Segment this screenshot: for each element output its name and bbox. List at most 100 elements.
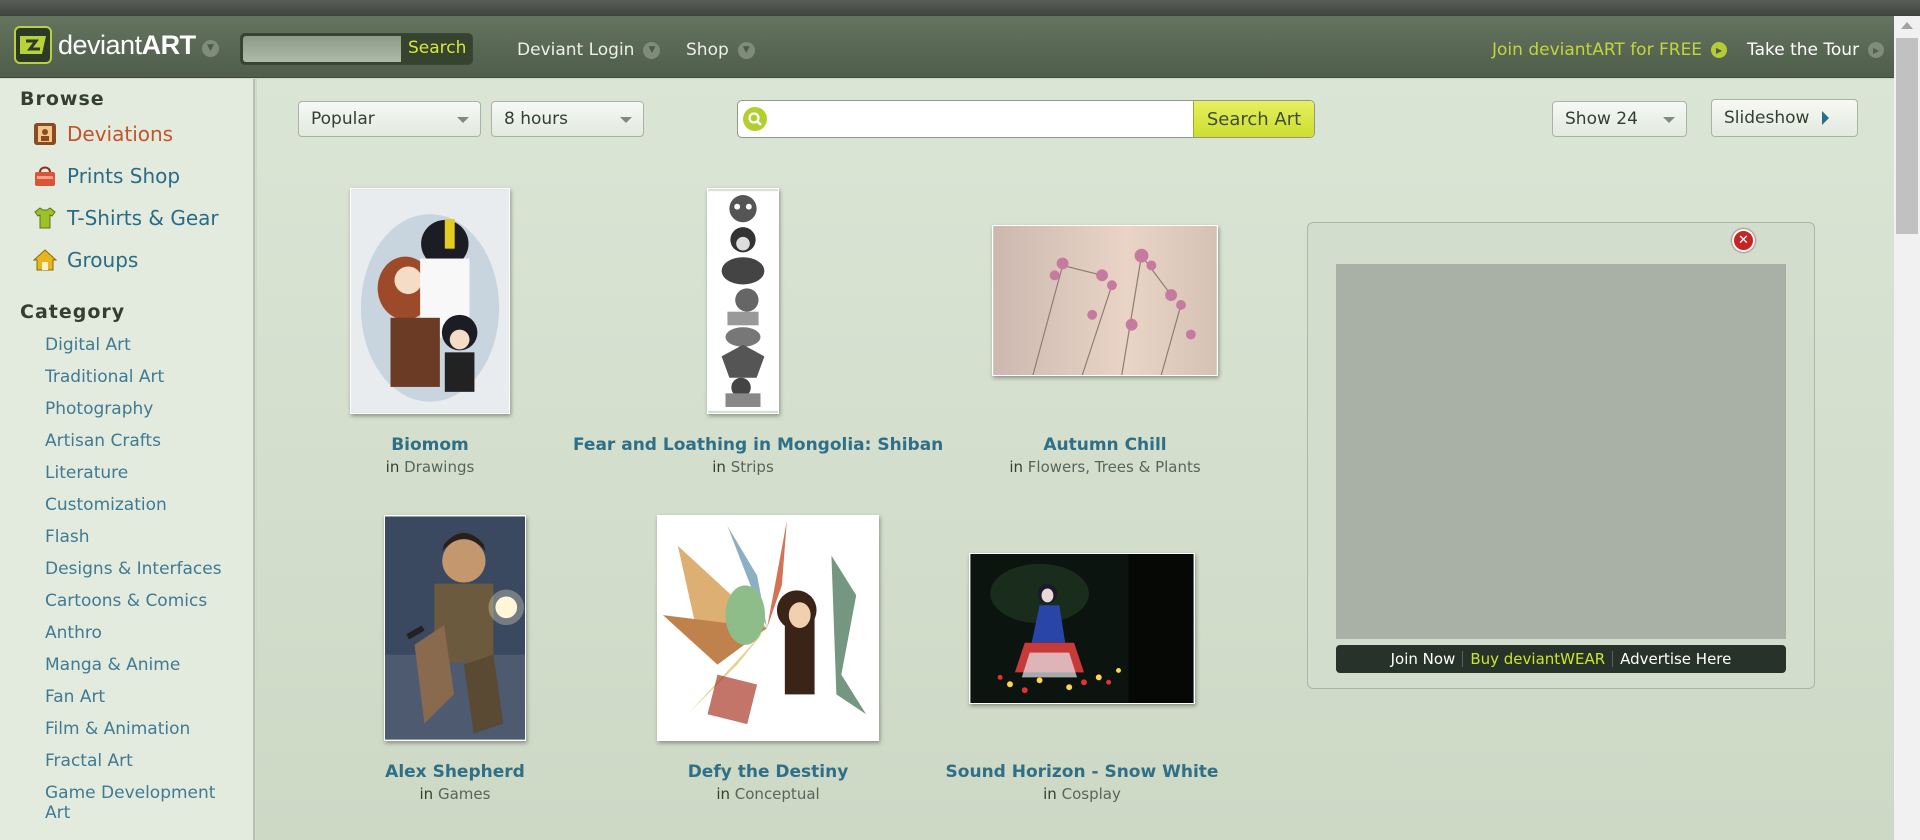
buy-deviantwear-link[interactable]: Buy deviantWEAR — [1470, 650, 1605, 668]
category-fractal-art[interactable]: Fractal Art — [45, 751, 240, 771]
sidebar: Browse Deviations Prints Shop T-Shirts &… — [0, 79, 255, 840]
deviation-title[interactable]: Alex Shepherd — [355, 762, 555, 782]
ad-placeholder[interactable] — [1336, 264, 1786, 639]
play-icon — [1822, 111, 1829, 125]
header-search-input[interactable] — [243, 36, 401, 62]
category-flash[interactable]: Flash — [45, 527, 240, 547]
thumbnail-autumn-chill[interactable] — [992, 225, 1218, 376]
close-icon[interactable]: ✕ — [1732, 229, 1755, 252]
sort-select-value: Popular — [311, 109, 375, 129]
thumbnail-defy-the-destiny[interactable] — [657, 515, 879, 741]
join-label: Join deviantART for FREE — [1492, 40, 1703, 60]
caret-down-icon — [457, 117, 469, 123]
sidebar-item-deviations[interactable]: Deviations — [32, 121, 173, 146]
category-photography[interactable]: Photography — [45, 399, 240, 419]
house-icon — [32, 247, 57, 272]
category-digital-art[interactable]: Digital Art — [45, 335, 240, 355]
deviation-category: in Drawings — [350, 458, 510, 476]
thumbnail-fear-and-loathing[interactable] — [707, 188, 779, 414]
category-cartoons-comics[interactable]: Cartoons & Comics — [45, 591, 240, 611]
divider — [1462, 651, 1464, 667]
site-header: deviantART ▼ Search Deviant Login ▼ Shop… — [0, 16, 1894, 78]
browser-top-strip — [0, 0, 1920, 16]
join-link[interactable]: Join deviantART for FREE ▶ — [1492, 40, 1728, 60]
sidebar-item-prints-shop[interactable]: Prints Shop — [32, 163, 180, 188]
slideshow-button[interactable]: Slideshow — [1711, 99, 1858, 137]
in-label: in — [712, 458, 726, 476]
in-label: in — [716, 785, 730, 803]
deviation-title[interactable]: Sound Horizon - Snow White — [932, 762, 1232, 782]
chevron-down-icon: ▼ — [737, 41, 755, 59]
deviation-category: in Strips — [573, 458, 913, 476]
sidebar-item-groups[interactable]: Groups — [32, 247, 138, 272]
category-link[interactable]: Cosplay — [1062, 785, 1121, 803]
deviation-title[interactable]: Biomom — [350, 435, 510, 455]
take-tour-link[interactable]: Take the Tour ▶ — [1747, 40, 1885, 60]
chevron-down-icon[interactable]: ▼ — [202, 40, 219, 57]
category-link[interactable]: Drawings — [404, 458, 474, 476]
play-arrow-icon: ▶ — [1711, 42, 1728, 58]
scroll-up-arrow-icon[interactable] — [1901, 22, 1913, 29]
category-manga-anime[interactable]: Manga & Anime — [45, 655, 240, 675]
deviant-login-menu[interactable]: Deviant Login ▼ — [517, 40, 661, 60]
sort-select[interactable]: Popular — [298, 101, 481, 137]
category-designs-interfaces[interactable]: Designs & Interfaces — [45, 559, 240, 579]
sidebar-item-label: Groups — [67, 247, 139, 272]
ad-links-bar: Join Now Buy deviantWEAR Advertise Here — [1336, 645, 1786, 673]
sidebar-item-label: T-Shirts & Gear — [67, 205, 219, 230]
in-label: in — [1009, 458, 1023, 476]
category-fan-art[interactable]: Fan Art — [45, 687, 240, 707]
time-select[interactable]: 8 hours — [491, 101, 644, 137]
deviation-category: in Conceptual — [657, 785, 879, 803]
caret-down-icon — [620, 117, 632, 123]
logo-icon — [14, 26, 52, 64]
deviation-title[interactable]: Defy the Destiny — [657, 762, 879, 782]
play-arrow-icon: ▶ — [1868, 42, 1885, 58]
category-link[interactable]: Games — [438, 785, 490, 803]
in-label: in — [419, 785, 434, 803]
tshirt-icon — [32, 205, 57, 230]
thumbnail-alex-shepherd[interactable] — [384, 515, 526, 741]
portrait-frame-icon — [32, 121, 57, 146]
category-game-development-art[interactable]: Game Development Art — [45, 783, 240, 823]
in-label: in — [1043, 785, 1057, 803]
deviantart-logo[interactable]: deviantART — [14, 26, 196, 64]
category-link[interactable]: Strips — [731, 458, 774, 476]
art-search: Search Art — [737, 100, 1315, 138]
show-count-select[interactable]: Show 24 — [1552, 101, 1687, 137]
category-customization[interactable]: Customization — [45, 495, 240, 515]
deviation-category: in Cosplay — [932, 785, 1232, 803]
category-literature[interactable]: Literature — [45, 463, 240, 483]
caret-down-icon — [1663, 117, 1675, 123]
category-link[interactable]: Conceptual — [735, 785, 820, 803]
deviation-category: in Games — [355, 785, 555, 803]
header-search: Search — [240, 33, 473, 65]
time-select-value: 8 hours — [504, 109, 569, 129]
chevron-down-icon: ▼ — [643, 41, 661, 59]
logo-text: deviantART — [58, 29, 196, 60]
shop-menu[interactable]: Shop ▼ — [686, 40, 755, 60]
deviation-title[interactable]: Fear and Loathing in Mongolia: Shiban — [573, 435, 943, 455]
sidebar-item-label: Prints Shop — [67, 163, 181, 188]
search-icon — [743, 107, 767, 131]
join-now-link[interactable]: Join Now — [1391, 650, 1456, 668]
take-tour-label: Take the Tour — [1747, 40, 1860, 60]
search-art-button[interactable]: Search Art — [1193, 101, 1314, 137]
scrollbar-thumb[interactable] — [1896, 38, 1918, 234]
advertise-here-link[interactable]: Advertise Here — [1620, 650, 1731, 668]
category-film-animation[interactable]: Film & Animation — [45, 719, 240, 739]
category-anthro[interactable]: Anthro — [45, 623, 240, 643]
in-label: in — [385, 458, 400, 476]
art-search-input[interactable] — [774, 105, 1184, 133]
category-artisan-crafts[interactable]: Artisan Crafts — [45, 431, 240, 451]
thumbnail-sound-horizon-snow-white[interactable] — [969, 553, 1195, 704]
thumbnail-biomom[interactable] — [350, 188, 510, 414]
sidebar-item-tshirts[interactable]: T-Shirts & Gear — [32, 205, 219, 230]
category-traditional-art[interactable]: Traditional Art — [45, 367, 240, 387]
category-heading: Category — [20, 301, 126, 323]
deviation-title[interactable]: Autumn Chill — [955, 435, 1255, 455]
shopping-bag-icon — [32, 163, 57, 188]
header-search-button[interactable]: Search — [404, 36, 470, 62]
show-count-value: Show 24 — [1565, 109, 1638, 129]
category-link[interactable]: Flowers, Trees & Plants — [1028, 458, 1201, 476]
